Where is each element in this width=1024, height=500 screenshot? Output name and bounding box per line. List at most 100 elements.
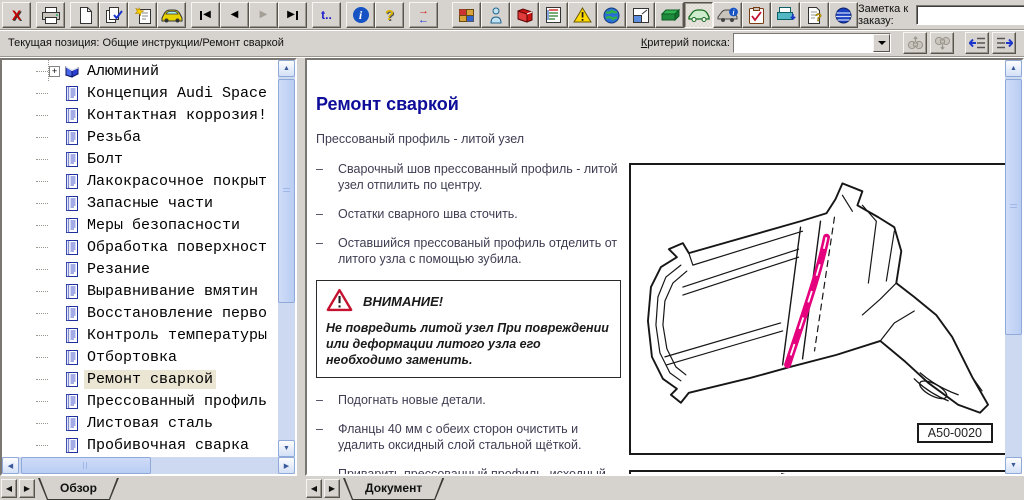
tree-item-label: Прессованный профиль (84, 392, 270, 411)
jump-next-button[interactable] (992, 32, 1016, 54)
tree-item[interactable]: Отбортовка (2, 346, 278, 368)
send-button[interactable] (771, 2, 800, 28)
jump-prev-button[interactable] (965, 32, 989, 54)
tree-item[interactable]: Меры безопасности (2, 214, 278, 236)
tree-item[interactable]: Резьба (2, 126, 278, 148)
tree-item[interactable]: Запасные части (2, 192, 278, 214)
customer-button[interactable] (481, 2, 510, 28)
scroll-up-button[interactable]: ▲ (1005, 60, 1022, 77)
search-prev-button[interactable] (903, 32, 927, 54)
expand-icon[interactable]: + (49, 66, 60, 77)
tree-item[interactable]: Лакокрасочное покрыт (2, 170, 278, 192)
edit-doc-button[interactable] (99, 2, 128, 28)
combo-dropdown-button[interactable] (873, 34, 890, 52)
info-button[interactable]: i (346, 2, 375, 28)
warning-button[interactable] (568, 2, 597, 28)
document-icon (63, 306, 80, 321)
tree-item-label: Отбортовка (84, 348, 180, 367)
order-note-input[interactable] (916, 5, 1024, 25)
globe-button[interactable] (597, 2, 626, 28)
print-button[interactable] (36, 2, 65, 28)
scroll-down-button[interactable]: ▼ (1005, 457, 1022, 474)
document-vertical-scrollbar[interactable]: ▲ ▼ (1005, 60, 1022, 474)
tree-view[interactable]: + Алюминий (2, 60, 278, 457)
nav-last-button[interactable]: ▶ (278, 2, 307, 28)
new-note-icon (134, 7, 152, 24)
manual-button[interactable] (510, 2, 539, 28)
tree-item[interactable]: Болт (2, 148, 278, 170)
green-car-button[interactable] (684, 2, 713, 28)
new-doc-icon (77, 7, 93, 24)
panel-splitter[interactable] (297, 58, 305, 500)
scroll-thumb[interactable] (21, 457, 151, 474)
tree-vertical-scrollbar[interactable]: ▲ ▼ (278, 60, 295, 457)
scroll-thumb[interactable] (1005, 79, 1022, 335)
scroll-right-button[interactable]: ▶ (278, 457, 295, 474)
tree-item[interactable]: Контроль температуры (2, 324, 278, 346)
parcel-button[interactable] (452, 2, 481, 28)
window-split-button[interactable] (626, 2, 655, 28)
tree-item[interactable]: Ремонт сваркой (2, 368, 278, 390)
binoculars-up-icon (907, 36, 924, 50)
tree-item[interactable]: Пробивочная сварка (2, 434, 278, 456)
tree-item-label: Контроль температуры (84, 326, 270, 345)
document-icon (63, 350, 80, 365)
document-list-button[interactable] (539, 2, 568, 28)
tab-scroll-left-button[interactable]: ◀ (1, 479, 17, 498)
main-toolbar: X ◀ ◀ ▶ ▶ t.. i ? →← (0, 0, 1024, 30)
tree-item[interactable]: Обработка поверхност (2, 236, 278, 258)
scroll-up-button[interactable]: ▲ (278, 60, 295, 77)
tree-item[interactable]: Выравнивание вмятин (2, 280, 278, 302)
document-view[interactable]: Ремонт сваркой Прессованый профиль - лит… (307, 60, 1005, 474)
tree-item[interactable]: Концепция Audi Space (2, 82, 278, 104)
nav-first-button[interactable]: ◀ (191, 2, 220, 28)
tab-scroll-left-button[interactable]: ◀ (306, 479, 322, 498)
new-note-button[interactable] (128, 2, 157, 28)
help-button[interactable]: ? (375, 2, 404, 28)
tree-item-label: Листовая сталь (84, 414, 216, 433)
scroll-down-button[interactable]: ▼ (278, 440, 295, 457)
search-next-button[interactable] (930, 32, 954, 54)
vehicle-button[interactable] (157, 2, 186, 28)
vehicle-icon (161, 7, 183, 23)
nav-prev-button[interactable]: ◀ (220, 2, 249, 28)
green-box-button[interactable] (655, 2, 684, 28)
nav-prev-icon: ◀ (231, 10, 239, 20)
module-buttons-group: i ? (452, 2, 858, 28)
scroll-thumb[interactable] (278, 79, 295, 303)
tree-item[interactable]: Резание (2, 258, 278, 280)
search-criteria-input[interactable] (734, 34, 873, 52)
tree-item-label: Обработка поверхност (84, 238, 270, 257)
tree-item[interactable]: + Алюминий (2, 60, 278, 82)
tab-scroll-right-button[interactable]: ▶ (324, 479, 340, 498)
scroll-left-button[interactable]: ◀ (2, 457, 19, 474)
tree-item[interactable]: Восстановление перво (2, 302, 278, 324)
current-position-label: Текущая позиция: Общие инструкции/Ремонт… (8, 37, 284, 49)
window-split-icon (633, 8, 649, 23)
globe-icon (603, 7, 620, 24)
car-info-button[interactable]: i (713, 2, 742, 28)
document-icon (63, 196, 80, 211)
swap-button[interactable]: →← (409, 2, 438, 28)
sphere-button[interactable] (829, 2, 858, 28)
tree-item-label: Болт (84, 150, 126, 169)
warning-icon (573, 7, 592, 23)
green-car-icon (688, 8, 710, 22)
tab-overview[interactable]: Обзор (38, 478, 119, 500)
tab-scroll-right-button[interactable]: ▶ (19, 479, 35, 498)
t-button[interactable]: t.. (312, 2, 341, 28)
tree-item[interactable]: Листовая сталь (2, 412, 278, 434)
new-doc-button[interactable] (70, 2, 99, 28)
tab-document[interactable]: Документ (343, 478, 444, 500)
exit-button[interactable]: X (2, 2, 31, 28)
list-arrow-right-icon (996, 36, 1013, 50)
search-criteria-combobox[interactable] (733, 33, 891, 53)
tree-item[interactable]: Контактная коррозия! (2, 104, 278, 126)
tree-horizontal-scrollbar[interactable]: ◀ ▶ (2, 457, 295, 474)
checklist-button[interactable] (742, 2, 771, 28)
tree-item[interactable]: Прессованный профиль (2, 390, 278, 412)
warning-text: Не повредить литой узел При повреждении … (326, 320, 611, 368)
nav-next-button[interactable]: ▶ (249, 2, 278, 28)
document-icon (63, 108, 80, 123)
doc-question-button[interactable]: ? (800, 2, 829, 28)
